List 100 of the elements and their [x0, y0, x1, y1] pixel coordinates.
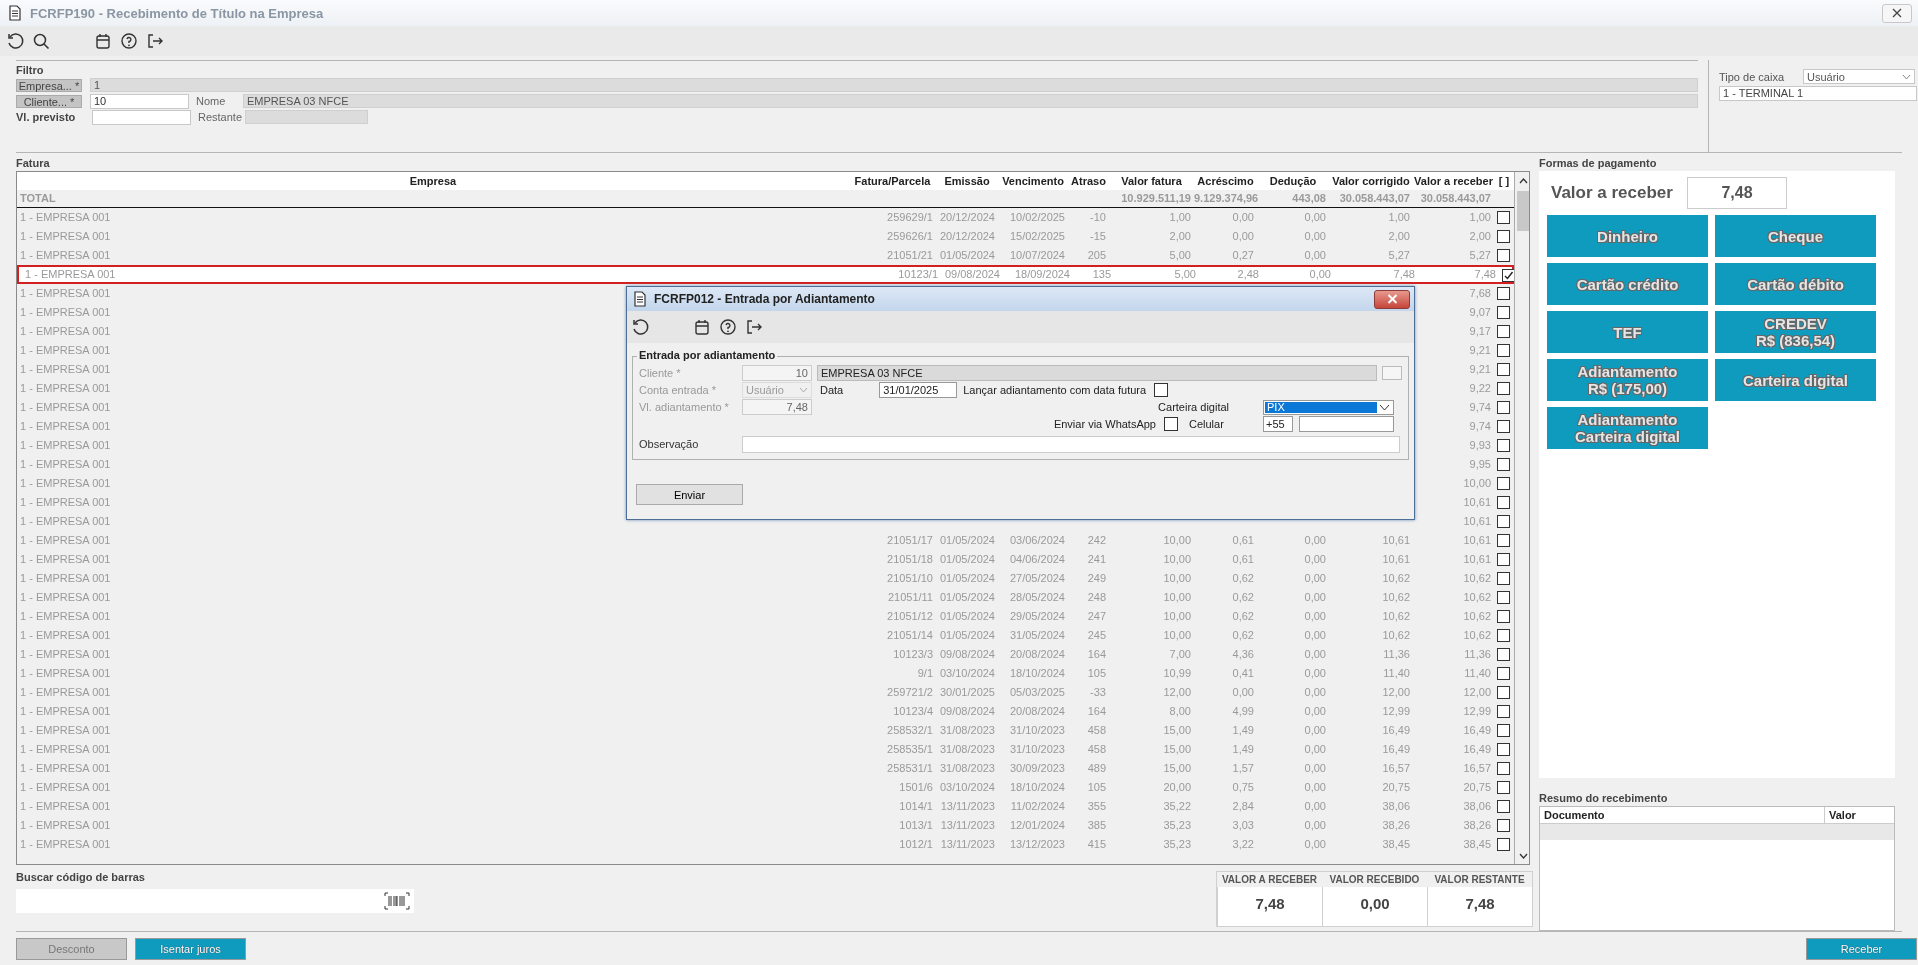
checkbox[interactable]	[1497, 610, 1510, 623]
checkbox[interactable]	[1497, 667, 1510, 680]
help-icon[interactable]	[120, 32, 138, 50]
checkbox[interactable]	[1497, 496, 1510, 509]
checkbox[interactable]	[1497, 743, 1510, 756]
checkbox[interactable]	[1497, 477, 1510, 490]
checkbox[interactable]	[1154, 383, 1169, 397]
refresh-icon[interactable]	[6, 32, 24, 50]
dropdown[interactable]: PIX	[1263, 399, 1394, 415]
barcode-field[interactable]	[16, 889, 414, 913]
exit-icon[interactable]	[146, 32, 164, 50]
checkbox[interactable]	[1497, 439, 1510, 452]
send-button[interactable]: Enviar	[636, 484, 743, 505]
lookup-button[interactable]: Cliente... *	[16, 94, 82, 108]
checkbox[interactable]	[1497, 401, 1510, 414]
checkbox[interactable]	[1497, 211, 1510, 224]
checkbox[interactable]	[1497, 382, 1510, 395]
checkbox[interactable]	[1497, 325, 1510, 338]
table-cell-text: 1,49	[1231, 723, 1255, 738]
date-field[interactable]: 31/01/2025	[879, 382, 958, 398]
text-field[interactable]	[1299, 416, 1394, 432]
checkbox[interactable]	[1497, 458, 1510, 471]
table-cell-text: 135	[1091, 267, 1112, 282]
checkbox[interactable]	[1497, 591, 1510, 604]
checkbox[interactable]	[1497, 344, 1510, 357]
table-cell-text: 1 - EMPRESA 001	[20, 381, 111, 396]
close-button[interactable]	[1374, 289, 1410, 309]
checkbox[interactable]	[1497, 363, 1510, 376]
checkbox[interactable]	[1497, 230, 1510, 243]
refresh-icon[interactable]	[631, 318, 649, 336]
action-button[interactable]: Receber	[1806, 938, 1917, 960]
table-cell-text: 0,00	[1303, 647, 1327, 662]
table-cell-text: 1 - EMPRESA 001	[20, 552, 111, 567]
checkbox[interactable]	[1497, 705, 1510, 718]
table-cell-text: 0,00	[1303, 818, 1327, 833]
table-cell-text: 35,22	[1162, 799, 1192, 814]
table-cell-text: 10123/1	[897, 267, 939, 282]
table-cell-text: 0,00	[1303, 837, 1327, 852]
text-field[interactable]	[742, 435, 1400, 453]
column-header[interactable]: Fatura/Parcela	[849, 172, 936, 190]
scroll-down-icon[interactable]	[1519, 852, 1528, 859]
calendar-icon[interactable]	[94, 32, 112, 50]
chevron-down-icon	[1902, 73, 1911, 80]
column-header[interactable]: Valor corrigido	[1329, 172, 1413, 190]
checkbox[interactable]	[1497, 781, 1510, 794]
search-icon[interactable]	[32, 32, 50, 50]
document-icon	[631, 290, 649, 308]
column-header[interactable]: Dedução	[1257, 172, 1329, 190]
checkbox[interactable]	[1497, 515, 1510, 528]
table-cell-text: 16,49	[1462, 723, 1492, 738]
checkbox[interactable]	[1497, 287, 1510, 300]
column-header[interactable]: Vencimento	[998, 172, 1068, 190]
text-field[interactable]: 1	[90, 78, 1698, 92]
checkbox[interactable]	[1497, 249, 1510, 262]
checkbox[interactable]	[1497, 762, 1510, 775]
action-button[interactable]: Isentar juros	[135, 938, 246, 960]
scrollbar[interactable]	[1514, 172, 1529, 864]
table-cell-text: 03/10/2024	[938, 666, 996, 681]
table-cell-text: 9,07	[1468, 305, 1492, 320]
column-header[interactable]: Valor fatura	[1109, 172, 1194, 190]
scroll-thumb[interactable]	[1517, 191, 1529, 231]
scroll-up-icon[interactable]	[1519, 177, 1528, 184]
text-field[interactable]: 10	[90, 93, 189, 109]
text-field[interactable]	[92, 109, 191, 125]
column-header[interactable]: Acréscimo	[1194, 172, 1257, 190]
text-field[interactable]: 1 - TERMINAL 1	[1719, 86, 1917, 101]
table-cell-text: 20,75	[1462, 780, 1492, 795]
checkbox[interactable]	[1497, 420, 1510, 433]
column-header[interactable]: Atraso	[1068, 172, 1109, 190]
calendar-icon[interactable]	[693, 318, 711, 336]
checkbox[interactable]	[1164, 417, 1178, 431]
checkbox[interactable]	[1497, 800, 1510, 813]
lookup-button[interactable]: Empresa... *	[16, 78, 82, 92]
text-field[interactable]: +55	[1263, 416, 1293, 432]
section-title: Filtro	[16, 63, 45, 77]
checkbox[interactable]	[1497, 686, 1510, 699]
checkbox[interactable]	[1497, 838, 1510, 851]
exit-icon[interactable]	[745, 318, 763, 336]
column-header[interactable]: Valor	[1825, 807, 1856, 824]
column-header[interactable]: Documento	[1540, 807, 1825, 824]
text-field[interactable]: EMPRESA 03 NFCE	[243, 94, 1698, 108]
column-header[interactable]: Valor a receber	[1413, 172, 1494, 190]
checkbox[interactable]	[1497, 534, 1510, 547]
help-icon[interactable]	[719, 318, 737, 336]
table-cell-text: 458	[1086, 742, 1107, 757]
column-header[interactable]: Empresa	[17, 172, 849, 190]
checkbox[interactable]	[1497, 629, 1510, 642]
checkbox[interactable]	[1497, 572, 1510, 585]
table-cell-text: 1 - EMPRESA 001	[20, 818, 111, 833]
table-cell-text: 15,00	[1162, 742, 1192, 757]
column-header[interactable]: [ ]	[1494, 172, 1514, 190]
table-cell-text: 205	[1086, 248, 1107, 263]
checkbox[interactable]	[1497, 306, 1510, 319]
text-field[interactable]	[245, 110, 368, 124]
checkbox[interactable]	[1497, 648, 1510, 661]
column-header[interactable]: Emissão	[936, 172, 998, 190]
checkbox[interactable]	[1497, 819, 1510, 832]
checkbox[interactable]	[1497, 553, 1510, 566]
dropdown[interactable]: Usuário	[1803, 69, 1915, 84]
checkbox[interactable]	[1497, 724, 1510, 737]
